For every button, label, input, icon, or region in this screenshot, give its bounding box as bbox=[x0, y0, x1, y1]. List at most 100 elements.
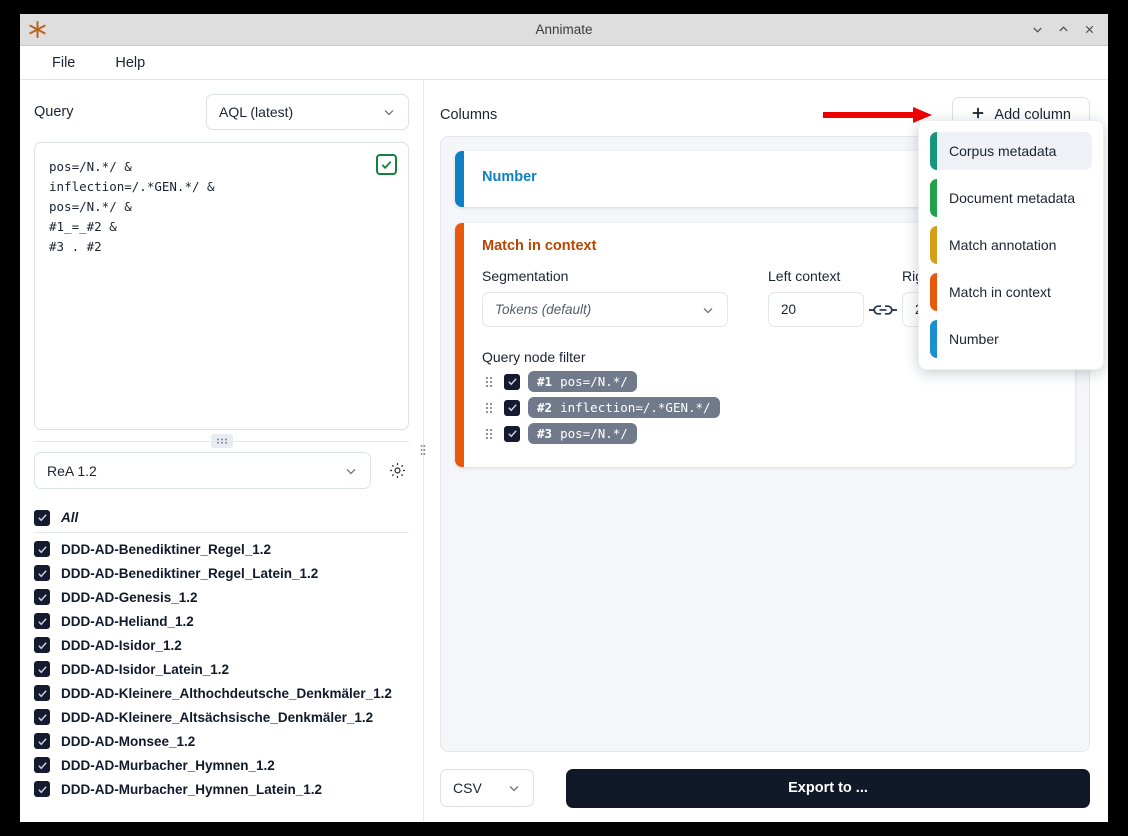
query-node-expr: pos=/N.*/ bbox=[560, 374, 628, 389]
vertical-resize-handle[interactable] bbox=[418, 444, 428, 458]
red-right-arrow-annotation bbox=[821, 104, 934, 126]
dropdown-item-match-in-context[interactable]: Match in context bbox=[930, 273, 1092, 311]
corpus-item[interactable]: DDD-AD-Heliand_1.2 bbox=[34, 609, 409, 633]
checkbox-checked-icon[interactable] bbox=[504, 425, 520, 442]
drag-handle-icon[interactable] bbox=[482, 402, 496, 414]
checkbox-checked-icon[interactable] bbox=[34, 589, 50, 605]
grip-dots-icon bbox=[210, 434, 233, 448]
corpus-item[interactable]: DDD-AD-Murbacher_Hymnen_1.2 bbox=[34, 753, 409, 777]
export-format-value: CSV bbox=[453, 780, 482, 796]
checkbox-checked-icon[interactable] bbox=[34, 685, 50, 701]
corpus-header: ReA 1.2 bbox=[34, 452, 409, 489]
corpus-item-label: DDD-AD-Isidor_Latein_1.2 bbox=[61, 661, 230, 677]
query-node-filter-row[interactable]: #2 inflection=/.*GEN.*/ bbox=[482, 397, 1057, 418]
dropdown-item-number[interactable]: Number bbox=[930, 320, 1092, 358]
item-color-bar bbox=[930, 132, 937, 170]
corpus-item-label: DDD-AD-Monsee_1.2 bbox=[61, 733, 196, 749]
corpus-item[interactable]: DDD-AD-Kleinere_Altsächsische_Denkmäler_… bbox=[34, 705, 409, 729]
dropdown-item-match-annotation[interactable]: Match annotation bbox=[930, 226, 1092, 264]
left-context-value: 20 bbox=[781, 302, 797, 317]
query-language-select[interactable]: AQL (latest) bbox=[206, 94, 409, 130]
item-color-bar bbox=[930, 179, 937, 217]
query-node-number: #1 bbox=[537, 374, 553, 389]
checkbox-checked-icon[interactable] bbox=[34, 541, 50, 557]
item-color-bar bbox=[930, 226, 937, 264]
corpus-item-label: DDD-AD-Murbacher_Hymnen_Latein_1.2 bbox=[61, 781, 323, 797]
checkbox-checked-icon[interactable] bbox=[34, 733, 50, 749]
corpus-item[interactable]: DDD-AD-Murbacher_Hymnen_Latein_1.2 bbox=[34, 777, 409, 801]
card-color-bar bbox=[455, 223, 464, 467]
corpus-set-select[interactable]: ReA 1.2 bbox=[34, 452, 371, 489]
chevron-down-icon bbox=[344, 464, 358, 478]
corpus-item-label: All bbox=[61, 510, 79, 525]
export-format-select[interactable]: CSV bbox=[440, 769, 534, 807]
dropdown-item-document-metadata[interactable]: Document metadata bbox=[930, 179, 1092, 217]
corpus-item[interactable]: DDD-AD-Genesis_1.2 bbox=[34, 585, 409, 609]
checkbox-checked-icon[interactable] bbox=[504, 373, 520, 390]
corpus-set-value: ReA 1.2 bbox=[47, 462, 97, 479]
corpus-item[interactable]: DDD-AD-Kleinere_Althochdeutsche_Denkmäle… bbox=[34, 681, 409, 705]
columns-panel: Columns Add column Number Match in conte… bbox=[424, 80, 1108, 822]
horizontal-resize-handle[interactable] bbox=[34, 430, 409, 452]
query-panel: Query AQL (latest) pos=/N.*/ & inflectio… bbox=[20, 80, 426, 822]
minimize-button[interactable] bbox=[1024, 17, 1050, 43]
segmentation-label: Segmentation bbox=[482, 268, 569, 284]
close-button[interactable] bbox=[1076, 17, 1102, 43]
left-context-label: Left context bbox=[768, 268, 841, 284]
corpus-item-label: DDD-AD-Benediktiner_Regel_1.2 bbox=[61, 541, 272, 557]
checkbox-checked-icon[interactable] bbox=[34, 757, 50, 773]
dropdown-item-corpus-metadata[interactable]: Corpus metadata bbox=[930, 132, 1092, 170]
gear-icon[interactable] bbox=[385, 459, 409, 483]
corpus-item-label: DDD-AD-Genesis_1.2 bbox=[61, 589, 198, 605]
corpus-item-all[interactable]: All bbox=[34, 503, 409, 533]
left-context-group: Left context 20 bbox=[768, 268, 864, 327]
corpus-item-label: DDD-AD-Heliand_1.2 bbox=[61, 613, 194, 629]
checkbox-checked-icon[interactable] bbox=[34, 709, 50, 725]
drag-handle-icon[interactable] bbox=[482, 376, 496, 388]
checkbox-checked-icon[interactable] bbox=[34, 637, 50, 653]
checkbox-checked-icon[interactable] bbox=[34, 613, 50, 629]
corpus-item[interactable]: DDD-AD-Isidor_1.2 bbox=[34, 633, 409, 657]
dropdown-item-label: Match in context bbox=[949, 284, 1051, 300]
query-node-chip: #2 inflection=/.*GEN.*/ bbox=[528, 397, 720, 418]
segmentation-select[interactable]: Tokens (default) bbox=[482, 292, 728, 327]
corpus-item-label: DDD-AD-Kleinere_Altsächsische_Denkmäler_… bbox=[61, 709, 374, 725]
maximize-button[interactable] bbox=[1050, 17, 1076, 43]
left-context-input[interactable]: 20 bbox=[768, 292, 864, 327]
menu-file[interactable]: File bbox=[48, 52, 79, 74]
window-controls bbox=[1024, 14, 1108, 45]
checkbox-checked-icon[interactable] bbox=[34, 781, 50, 797]
card-color-bar bbox=[455, 151, 464, 207]
chain-link-icon[interactable] bbox=[864, 292, 902, 327]
chevron-down-icon bbox=[701, 303, 715, 317]
query-node-number: #3 bbox=[537, 426, 553, 441]
add-column-dropdown-menu: Corpus metadata Document metadata Match … bbox=[918, 120, 1104, 370]
query-node-filter-row[interactable]: #3 pos=/N.*/ bbox=[482, 423, 1057, 444]
export-row: CSV Export to ... bbox=[440, 768, 1090, 808]
checkbox-checked-icon[interactable] bbox=[34, 509, 50, 526]
corpus-item[interactable]: DDD-AD-Benediktiner_Regel_Latein_1.2 bbox=[34, 561, 409, 585]
corpus-item[interactable]: DDD-AD-Isidor_Latein_1.2 bbox=[34, 657, 409, 681]
query-label: Query bbox=[34, 104, 74, 120]
corpus-item-label: DDD-AD-Isidor_1.2 bbox=[61, 637, 182, 653]
query-language-value: AQL (latest) bbox=[219, 104, 294, 120]
dropdown-item-label: Document metadata bbox=[949, 190, 1076, 206]
dropdown-item-label: Corpus metadata bbox=[949, 143, 1057, 159]
window-title: Annimate bbox=[535, 22, 593, 37]
corpus-item[interactable]: DDD-AD-Benediktiner_Regel_1.2 bbox=[34, 537, 409, 561]
query-valid-icon bbox=[376, 154, 397, 175]
query-node-filter-row[interactable]: #1 pos=/N.*/ bbox=[482, 371, 1057, 392]
corpus-item[interactable]: DDD-AD-Monsee_1.2 bbox=[34, 729, 409, 753]
query-header: Query AQL (latest) bbox=[34, 94, 409, 130]
menu-bar: File Help bbox=[20, 46, 1108, 80]
export-button[interactable]: Export to ... bbox=[566, 768, 1090, 808]
query-editor[interactable]: pos=/N.*/ & inflection=/.*GEN.*/ & pos=/… bbox=[34, 142, 409, 430]
checkbox-checked-icon[interactable] bbox=[34, 565, 50, 581]
drag-handle-icon[interactable] bbox=[482, 428, 496, 440]
title-bar: Annimate bbox=[20, 14, 1108, 46]
query-node-number: #2 bbox=[537, 400, 553, 415]
checkbox-checked-icon[interactable] bbox=[504, 399, 520, 416]
menu-help[interactable]: Help bbox=[111, 52, 149, 74]
checkbox-checked-icon[interactable] bbox=[34, 661, 50, 677]
corpus-item-label: DDD-AD-Murbacher_Hymnen_1.2 bbox=[61, 757, 275, 773]
